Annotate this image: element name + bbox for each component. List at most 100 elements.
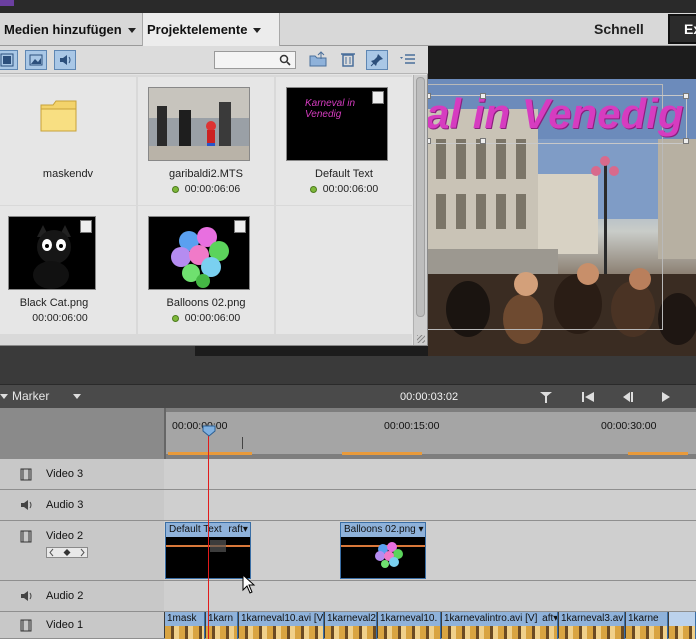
timeline-clip-transition[interactable] bbox=[669, 612, 696, 639]
search-icon bbox=[279, 54, 291, 66]
playhead-handle-icon[interactable] bbox=[202, 425, 216, 437]
media-item-name: garibaldi2.MTS bbox=[169, 168, 243, 180]
media-item-video[interactable]: garibaldi2.MTS 00:00:06:06 bbox=[138, 77, 274, 205]
pin-button[interactable] bbox=[366, 50, 388, 70]
clip-filmstrip bbox=[239, 626, 323, 639]
empty-cell bbox=[276, 206, 412, 334]
timeline-clip[interactable]: 1karn bbox=[206, 612, 238, 639]
clip-filmstrip bbox=[206, 626, 237, 639]
media-item-image[interactable]: Balloons 02.png 00:00:06:00 bbox=[138, 206, 274, 334]
track-header-audio-2[interactable]: Audio 2 bbox=[0, 581, 164, 612]
track-header-video-1[interactable]: Video 1 bbox=[0, 612, 164, 639]
track-audio-3[interactable] bbox=[164, 490, 696, 521]
project-assets-label: Projektelemente bbox=[147, 22, 248, 37]
media-item-folder[interactable]: maskendv bbox=[0, 77, 136, 205]
trash-icon[interactable] bbox=[340, 51, 356, 67]
ruler-label: 00:00:30:00 bbox=[601, 420, 657, 432]
clip-filmstrip bbox=[378, 626, 440, 639]
expert-mode-tab[interactable]: Ex bbox=[668, 14, 696, 44]
resize-handle[interactable] bbox=[683, 93, 689, 99]
filter-video-button[interactable] bbox=[0, 50, 18, 70]
image-icon bbox=[29, 54, 43, 66]
panel-scrollbar[interactable] bbox=[413, 75, 427, 345]
timeline-clip[interactable]: 1karneval10. bbox=[378, 612, 441, 639]
play-icon[interactable] bbox=[658, 390, 674, 404]
app-logo bbox=[0, 0, 14, 6]
project-assets-menu[interactable]: Projektelemente bbox=[143, 13, 280, 46]
work-area-bar[interactable] bbox=[628, 452, 688, 455]
clip-filmstrip bbox=[325, 626, 376, 639]
pin-icon bbox=[370, 54, 383, 67]
media-item-duration: 00:00:06:06 bbox=[138, 183, 274, 195]
track-video-2[interactable]: Default Text raft▾ Balloons 02.png ▾ bbox=[164, 521, 696, 581]
work-area-bar[interactable] bbox=[168, 452, 252, 455]
go-to-start-icon[interactable] bbox=[580, 390, 596, 404]
chevron-down-icon bbox=[127, 28, 136, 34]
marker-menu[interactable]: Marker bbox=[12, 389, 49, 403]
title-file-icon bbox=[372, 91, 384, 104]
timeline-clip[interactable]: 1karneval10.avi [V bbox=[239, 612, 324, 639]
track-name: Audio 3 bbox=[46, 499, 84, 511]
chevron-down-icon bbox=[253, 28, 262, 34]
track-header-video-3[interactable]: Video 3 bbox=[0, 459, 164, 490]
image-file-icon bbox=[234, 220, 246, 233]
step-back-icon[interactable] bbox=[620, 390, 636, 404]
menu-bar: Medien hinzufügen Projektelemente bbox=[0, 13, 696, 46]
media-item-name: Black Cat.png bbox=[19, 297, 89, 309]
track-name: Video 3 bbox=[46, 468, 84, 480]
quick-mode-tab[interactable]: Schnell bbox=[594, 13, 644, 46]
track-name: Video 2 bbox=[46, 530, 84, 542]
time-ruler[interactable]: 00:00:00:00 00:00:15:00 00:00:30:00 bbox=[164, 408, 696, 459]
resize-handle[interactable] bbox=[480, 93, 486, 99]
ruler-label: 00:00:00:00 bbox=[172, 420, 228, 432]
clip-filmstrip bbox=[165, 626, 204, 639]
fx-badge-icon bbox=[210, 540, 226, 552]
resize-handle[interactable] bbox=[480, 138, 486, 144]
image-file-icon bbox=[80, 220, 92, 233]
clip-filmstrip bbox=[626, 626, 667, 639]
status-dot bbox=[309, 185, 317, 193]
filmstrip-icon bbox=[20, 468, 32, 481]
filter-image-button[interactable] bbox=[25, 50, 47, 70]
top-strip bbox=[0, 0, 696, 13]
title-selection-box[interactable] bbox=[425, 93, 689, 144]
search-input[interactable] bbox=[214, 51, 296, 69]
chevron-down-icon[interactable] bbox=[73, 394, 81, 399]
media-item-image[interactable]: Black Cat.png 00:00:06:00 bbox=[0, 206, 136, 334]
media-item-title[interactable]: Karneval in Venedig Default Text 00:00:0… bbox=[276, 77, 412, 205]
ruler-tick bbox=[242, 437, 243, 449]
timeline-clip[interactable]: 1karneval2 bbox=[325, 612, 377, 639]
work-area-bar[interactable] bbox=[342, 452, 422, 455]
track-header-audio-3[interactable]: Audio 3 bbox=[0, 490, 164, 521]
track-name: Video 1 bbox=[46, 619, 84, 631]
timeline-clip[interactable]: 1karnevalintro.avi [V] aft▾ bbox=[442, 612, 558, 639]
track-header-video-2[interactable]: Video 2 bbox=[0, 521, 164, 581]
status-dot bbox=[171, 185, 179, 193]
clip-filmstrip bbox=[669, 626, 695, 639]
timeline-clip[interactable]: 1karneval3.av bbox=[559, 612, 625, 639]
go-to-in-icon[interactable] bbox=[538, 390, 554, 404]
resize-grip-icon[interactable] bbox=[417, 335, 425, 343]
timeline-clip-balloons[interactable]: Balloons 02.png ▾ bbox=[340, 522, 426, 579]
media-item-duration: 00:00:06:00 bbox=[276, 183, 412, 195]
scrollbar-thumb[interactable] bbox=[416, 77, 425, 317]
add-media-menu[interactable]: Medien hinzufügen bbox=[0, 13, 143, 46]
track-name: Audio 2 bbox=[46, 590, 84, 602]
status-dot bbox=[171, 314, 179, 322]
ruler-label: 00:00:15:00 bbox=[384, 420, 440, 432]
list-menu-icon[interactable] bbox=[399, 51, 417, 67]
keyframe-controls[interactable] bbox=[46, 547, 88, 558]
filter-audio-button[interactable] bbox=[54, 50, 76, 70]
collapse-arrow-icon[interactable] bbox=[0, 394, 8, 399]
media-item-name: maskendv bbox=[42, 168, 94, 180]
current-timecode[interactable]: 00:00:03:02 bbox=[400, 391, 458, 403]
media-thumbnail: Karneval in Venedig bbox=[286, 87, 388, 161]
speaker-icon bbox=[21, 591, 32, 601]
folder-up-icon[interactable] bbox=[309, 51, 327, 67]
track-video-3[interactable] bbox=[164, 459, 696, 490]
timeline-clip[interactable]: 1karne bbox=[626, 612, 668, 639]
filmstrip-icon bbox=[20, 619, 32, 632]
filmstrip-icon bbox=[20, 530, 32, 543]
timeline-clip[interactable]: 1mask bbox=[165, 612, 205, 639]
resize-handle[interactable] bbox=[683, 138, 689, 144]
